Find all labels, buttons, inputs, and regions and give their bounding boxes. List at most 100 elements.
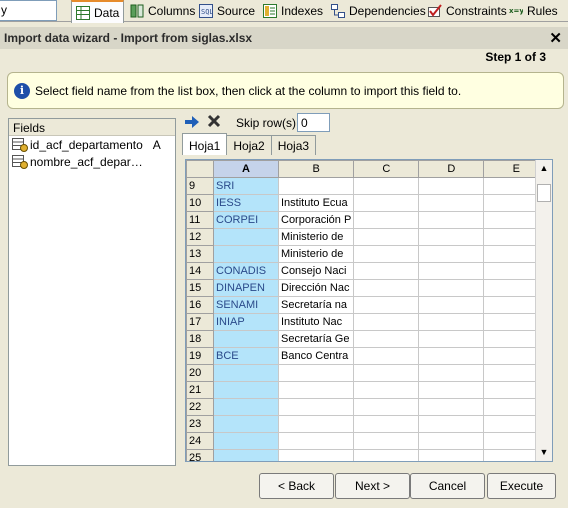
column-header-c[interactable]: C xyxy=(353,160,420,178)
cell-c[interactable] xyxy=(353,262,420,280)
spreadsheet-grid[interactable]: A B C D E 9 SRI 10 IESS Instituto Ecua 11 CORP… xyxy=(185,159,553,462)
tab-data[interactable]: Data xyxy=(71,0,125,23)
cell-b[interactable] xyxy=(277,364,355,382)
cell-d[interactable] xyxy=(418,177,485,195)
skip-rows-input[interactable] xyxy=(297,113,330,132)
cell-b[interactable]: Instituto Ecua xyxy=(277,194,355,212)
cell-a[interactable]: BCE xyxy=(213,347,279,365)
cell-a[interactable] xyxy=(213,415,279,433)
row-number[interactable]: 14 xyxy=(186,262,214,280)
cell-d[interactable] xyxy=(418,262,485,280)
cell-c[interactable] xyxy=(353,313,420,331)
cell-d[interactable] xyxy=(418,432,485,450)
cell-b[interactable]: Ministerio de xyxy=(277,228,355,246)
cell-c[interactable] xyxy=(353,177,420,195)
row-number[interactable]: 10 xyxy=(186,194,214,212)
tab-rules[interactable]: x=y Rules xyxy=(505,0,562,22)
cell-d[interactable] xyxy=(418,313,485,331)
row-number[interactable]: 12 xyxy=(186,228,214,246)
row-number[interactable]: 25 xyxy=(186,449,214,461)
cell-d[interactable] xyxy=(418,415,485,433)
scroll-up-icon[interactable]: ▲ xyxy=(536,160,552,177)
cell-a[interactable] xyxy=(213,432,279,450)
close-icon[interactable]: ✕ xyxy=(549,29,562,47)
column-header-b[interactable]: B xyxy=(277,160,355,178)
assign-arrow-icon[interactable] xyxy=(184,115,202,131)
cell-a[interactable]: CORPEI xyxy=(213,211,279,229)
row-number[interactable]: 22 xyxy=(186,398,214,416)
cell-c[interactable] xyxy=(353,364,420,382)
row-number[interactable]: 23 xyxy=(186,415,214,433)
cell-c[interactable] xyxy=(353,194,420,212)
cell-a[interactable]: SRI xyxy=(213,177,279,195)
cell-c[interactable] xyxy=(353,449,420,461)
cell-a[interactable]: SENAMI xyxy=(213,296,279,314)
back-button[interactable]: < Back xyxy=(259,473,334,499)
cell-d[interactable] xyxy=(418,211,485,229)
row-number[interactable]: 20 xyxy=(186,364,214,382)
field-item[interactable]: nombre_acf_depar… xyxy=(9,153,175,170)
cell-c[interactable] xyxy=(353,330,420,348)
cell-b[interactable] xyxy=(277,381,355,399)
cell-d[interactable] xyxy=(418,381,485,399)
tab-hoja3[interactable]: Hoja3 xyxy=(270,135,317,155)
row-number[interactable]: 15 xyxy=(186,279,214,297)
tab-dependencies[interactable]: Dependencies xyxy=(327,0,430,22)
cell-b[interactable]: Instituto Nac xyxy=(277,313,355,331)
vertical-scrollbar[interactable]: ▲ ▼ xyxy=(535,160,552,461)
field-item[interactable]: id_acf_departamento A xyxy=(9,136,175,153)
row-number[interactable]: 9 xyxy=(186,177,214,195)
cell-a[interactable]: IESS xyxy=(213,194,279,212)
cell-c[interactable] xyxy=(353,381,420,399)
cell-a[interactable] xyxy=(213,381,279,399)
cancel-button[interactable]: Cancel xyxy=(410,473,485,499)
tab-hoja1[interactable]: Hoja1 xyxy=(182,133,228,155)
cell-b[interactable]: Corporación P xyxy=(277,211,355,229)
column-header-d[interactable]: D xyxy=(418,160,485,178)
cell-b[interactable] xyxy=(277,177,355,195)
cell-b[interactable]: Banco Centra xyxy=(277,347,355,365)
tab-constraints[interactable]: Constraints xyxy=(424,0,511,22)
cell-d[interactable] xyxy=(418,194,485,212)
next-button[interactable]: Next > xyxy=(335,473,410,499)
cell-a[interactable] xyxy=(213,245,279,263)
cell-d[interactable] xyxy=(418,449,485,461)
cell-c[interactable] xyxy=(353,347,420,365)
cell-c[interactable] xyxy=(353,432,420,450)
cell-d[interactable] xyxy=(418,245,485,263)
tab-hoja2[interactable]: Hoja2 xyxy=(226,135,272,155)
cell-b[interactable] xyxy=(277,415,355,433)
column-header-a[interactable]: A xyxy=(213,160,279,178)
row-number[interactable]: 17 xyxy=(186,313,214,331)
cell-d[interactable] xyxy=(418,279,485,297)
cell-c[interactable] xyxy=(353,279,420,297)
cell-b[interactable]: Consejo Naci xyxy=(277,262,355,280)
row-number[interactable]: 13 xyxy=(186,245,214,263)
cell-a[interactable] xyxy=(213,398,279,416)
cell-c[interactable] xyxy=(353,245,420,263)
row-number[interactable]: 19 xyxy=(186,347,214,365)
cell-a[interactable]: INIAP xyxy=(213,313,279,331)
cell-b[interactable]: Secretaría Ge xyxy=(277,330,355,348)
cell-c[interactable] xyxy=(353,211,420,229)
cell-a[interactable] xyxy=(213,228,279,246)
scroll-down-icon[interactable]: ▼ xyxy=(536,444,552,461)
cell-b[interactable]: Ministerio de xyxy=(277,245,355,263)
cell-a[interactable] xyxy=(213,449,279,461)
execute-button[interactable]: Execute xyxy=(487,473,556,499)
row-number[interactable]: 21 xyxy=(186,381,214,399)
cell-a[interactable]: CONADIS xyxy=(213,262,279,280)
cell-b[interactable]: Dirección Nac xyxy=(277,279,355,297)
cell-a[interactable] xyxy=(213,330,279,348)
row-number[interactable]: 18 xyxy=(186,330,214,348)
object-combo[interactable]: y xyxy=(0,0,57,21)
row-number[interactable]: 11 xyxy=(186,211,214,229)
cell-b[interactable]: Secretaría na xyxy=(277,296,355,314)
cell-b[interactable] xyxy=(277,449,355,461)
tab-source[interactable]: SQL Source xyxy=(195,0,259,22)
cell-c[interactable] xyxy=(353,228,420,246)
cell-a[interactable] xyxy=(213,364,279,382)
cell-d[interactable] xyxy=(418,228,485,246)
tab-columns[interactable]: Columns xyxy=(126,0,199,22)
cell-b[interactable] xyxy=(277,398,355,416)
